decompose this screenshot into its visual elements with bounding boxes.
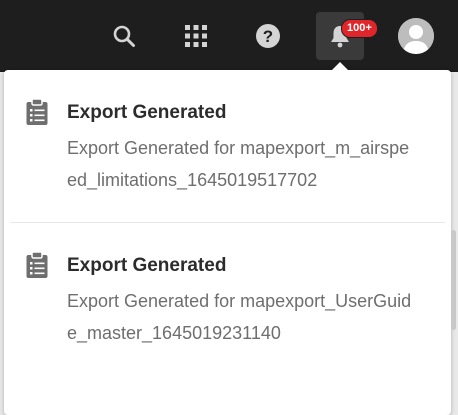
notification-title: Export Generated — [67, 255, 227, 276]
clipboard-icon — [26, 251, 48, 278]
top-bar: ? 100+ — [0, 0, 458, 72]
notification-item[interactable]: Export Generated Export Generated for ma… — [4, 70, 451, 216]
search-icon — [113, 25, 135, 47]
clipboard-icon — [26, 98, 48, 125]
notification-title: Export Generated — [67, 102, 227, 123]
notification-count-badge: 100+ — [341, 19, 378, 38]
notifications-panel: Export Generated Export Generated for ma… — [4, 70, 451, 415]
search-button[interactable] — [106, 18, 142, 54]
panel-scrollbar[interactable] — [451, 230, 456, 330]
apps-button[interactable] — [178, 18, 214, 54]
apps-grid-icon — [185, 25, 207, 47]
popover-caret — [331, 62, 349, 71]
avatar-icon — [398, 18, 434, 54]
help-icon: ? — [256, 24, 280, 48]
notification-body: Export Generated for mapexport_UserGuide… — [67, 291, 412, 343]
notification-body: Export Generated for mapexport_m_airspee… — [67, 138, 410, 190]
user-avatar[interactable] — [398, 18, 434, 54]
notification-item[interactable]: Export Generated Export Generated for ma… — [4, 223, 451, 369]
help-button[interactable]: ? — [250, 18, 286, 54]
svg-text:?: ? — [263, 27, 273, 46]
